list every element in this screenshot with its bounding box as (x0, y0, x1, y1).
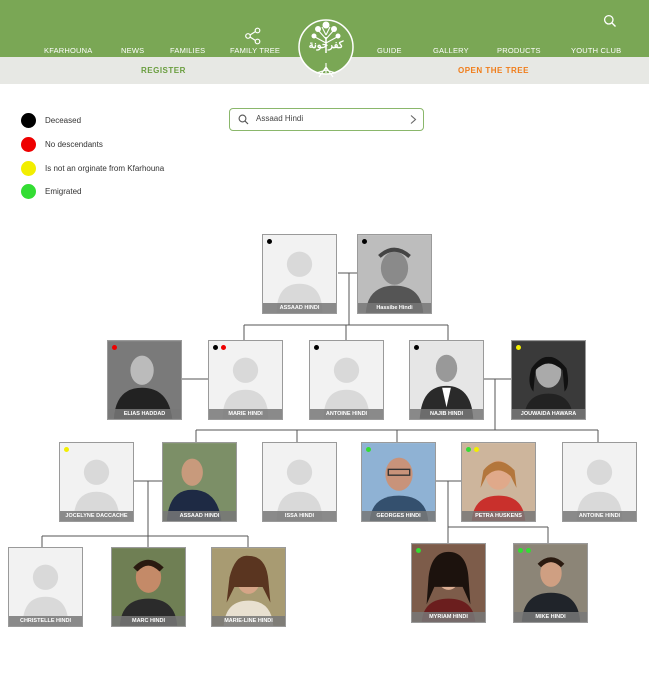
person-search-input[interactable]: Assaad Hindi (229, 108, 424, 131)
nav-family-tree[interactable]: FAMILY TREE (230, 46, 280, 55)
no-descendants-dot (221, 345, 226, 350)
person-name: MARC HINDI (112, 616, 185, 626)
person-card-marc-hindi[interactable]: MARC HINDI (111, 547, 186, 627)
person-card-marie-hindi[interactable]: MARIE HINDI (208, 340, 283, 420)
person-card-jocelyne-daccache[interactable]: JOCELYNE DACCACHE (59, 442, 134, 522)
person-card-issa-hindi[interactable]: ISSA HINDI (262, 442, 337, 522)
person-photo (163, 443, 236, 521)
share-icon[interactable] (244, 27, 262, 45)
person-card-antoine-hindi-jr[interactable]: ANTOINE HINDI (562, 442, 637, 522)
person-card-myriam-hindi[interactable]: MYRIAM HINDI (411, 543, 486, 623)
person-name: MARIE-LINE HINDI (212, 616, 285, 626)
person-card-najib-hindi[interactable]: NAJIB HINDI (409, 340, 484, 420)
emigrated-dot (416, 548, 421, 553)
person-name: PETRA HUSKENS (462, 511, 535, 521)
person-name: ISSA HINDI (263, 511, 336, 521)
placeholder-avatar-icon (60, 443, 133, 521)
nav-kfarhouna[interactable]: KFARHOUNA (44, 46, 92, 55)
placeholder-avatar-icon (310, 341, 383, 419)
nav-news[interactable]: NEWS (121, 46, 144, 55)
person-name: CHRISTELLE HINDI (9, 616, 82, 626)
person-card-hassibe-hindi[interactable]: Hassibe Hindi (357, 234, 432, 314)
legend-deceased-dot (21, 113, 36, 128)
person-card-georges-hindi[interactable]: GEORGES HINDI (361, 442, 436, 522)
person-name: JOUWAIDA HAWARA (512, 409, 585, 419)
legend-emigrated-label: Emigrated (45, 187, 82, 196)
person-photo (358, 235, 431, 313)
search-icon[interactable] (603, 14, 617, 28)
search-icon (238, 114, 249, 125)
person-photo (514, 544, 587, 622)
nav-gallery[interactable]: GALLERY (433, 46, 469, 55)
placeholder-avatar-icon (263, 235, 336, 313)
legend-not-originate-dot (21, 161, 36, 176)
person-photo (412, 544, 485, 622)
person-card-jouwaida-hawara[interactable]: JOUWAIDA HAWARA (511, 340, 586, 420)
person-card-assaad-hindi-jr[interactable]: ASSAAD HINDI (162, 442, 237, 522)
person-card-elias-haddad[interactable]: ELIAS HADDAD (107, 340, 182, 420)
person-name: NAJIB HINDI (410, 409, 483, 419)
person-card-marie-line-hindi[interactable]: MARIE-LINE HINDI (211, 547, 286, 627)
legend-no-descendants-label: No descendants (45, 140, 103, 149)
person-photo (462, 443, 535, 521)
logo-arabic-text: كفرحونة (308, 40, 344, 51)
chevron-right-icon[interactable] (408, 114, 418, 125)
not-originate-dot (516, 345, 521, 350)
deceased-dot (213, 345, 218, 350)
person-name: ASSAAD HINDI (263, 303, 336, 313)
deceased-dot (314, 345, 319, 350)
person-card-mike-hindi[interactable]: MIKE HINDI (513, 543, 588, 623)
person-card-petra-huskens[interactable]: PETRA HUSKENS (461, 442, 536, 522)
deceased-dot (414, 345, 419, 350)
person-card-antoine-hindi-sr[interactable]: ANTOINE HINDI (309, 340, 384, 420)
placeholder-avatar-icon (209, 341, 282, 419)
nav-guide[interactable]: GUIDE (377, 46, 402, 55)
legend-deceased-label: Deceased (45, 116, 82, 125)
person-photo (108, 341, 181, 419)
deceased-dot (362, 239, 367, 244)
nav-families[interactable]: FAMILIES (170, 46, 205, 55)
open-the-tree-link[interactable]: OPEN THE TREE (458, 66, 529, 75)
person-name: MYRIAM HINDI (412, 612, 485, 622)
person-name: MIKE HINDI (514, 612, 587, 622)
person-name: ELIAS HADDAD (108, 409, 181, 419)
person-photo (512, 341, 585, 419)
person-photo (212, 548, 285, 626)
legend-emigrated-dot (21, 184, 36, 199)
emigrated-dot (518, 548, 523, 553)
person-card-christelle-hindi[interactable]: CHRISTELLE HINDI (8, 547, 83, 627)
placeholder-avatar-icon (9, 548, 82, 626)
person-name: ASSAAD HINDI (163, 511, 236, 521)
register-link[interactable]: REGISTER (141, 66, 186, 75)
deceased-dot (267, 239, 272, 244)
emigrated-dot (526, 548, 531, 553)
person-name: JOCELYNE DACCACHE (60, 511, 133, 521)
not-originate-dot (64, 447, 69, 452)
not-originate-dot (474, 447, 479, 452)
person-name: Hassibe Hindi (358, 303, 431, 313)
person-name: GEORGES HINDI (362, 511, 435, 521)
person-name: ANTOINE HINDI (310, 409, 383, 419)
person-photo (362, 443, 435, 521)
person-name: MARIE HINDI (209, 409, 282, 419)
legend-no-descendants-dot (21, 137, 36, 152)
emigrated-dot (466, 447, 471, 452)
search-value: Assaad Hindi (256, 114, 304, 123)
legend-not-originate-label: Is not an orginate from Kfarhouna (45, 164, 165, 173)
nav-youth-club[interactable]: YOUTH CLUB (571, 46, 621, 55)
person-photo (410, 341, 483, 419)
placeholder-avatar-icon (263, 443, 336, 521)
person-name: ANTOINE HINDI (563, 511, 636, 521)
person-photo (112, 548, 185, 626)
no-descendants-dot (112, 345, 117, 350)
emigrated-dot (366, 447, 371, 452)
placeholder-avatar-icon (563, 443, 636, 521)
person-card-assaad-hindi-sr[interactable]: ASSAAD HINDI (262, 234, 337, 314)
nav-products[interactable]: PRODUCTS (497, 46, 541, 55)
